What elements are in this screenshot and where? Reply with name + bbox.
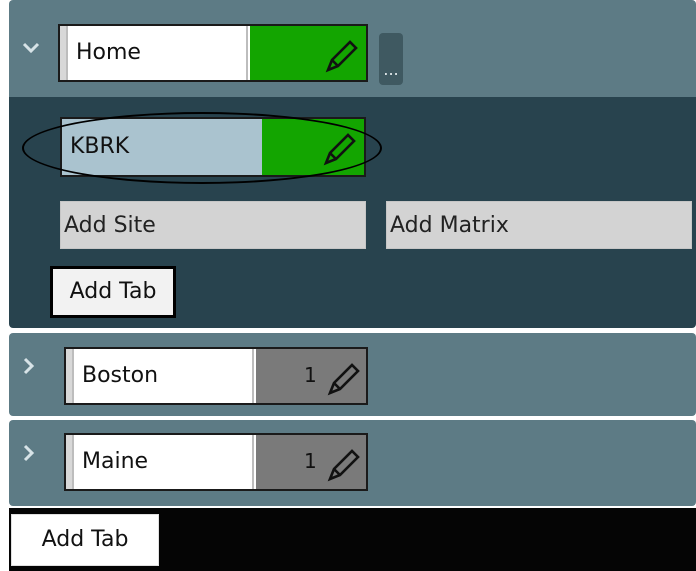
chevron-down-icon[interactable] bbox=[21, 38, 41, 58]
more-options-button[interactable]: ... bbox=[379, 33, 403, 85]
add-tab-button[interactable]: Add Tab bbox=[50, 266, 176, 318]
group-header-maine: Maine 1 bbox=[9, 420, 696, 506]
group-header-boston: Boston 1 bbox=[9, 333, 696, 416]
pencil-icon[interactable] bbox=[324, 445, 364, 485]
group-name-home[interactable]: Home bbox=[70, 26, 248, 80]
site-item-kbrk[interactable]: KBRK bbox=[60, 117, 366, 177]
tab-groups-panel: Home ... KBRK Add Site Add Matrix Add Ta… bbox=[0, 0, 696, 571]
site-count: 1 bbox=[304, 363, 317, 387]
add-site-button[interactable]: Add Site bbox=[60, 201, 366, 249]
drag-handle[interactable] bbox=[66, 435, 74, 489]
pencil-icon[interactable] bbox=[324, 359, 364, 399]
group-name-box-boston[interactable]: Boston 1 bbox=[64, 347, 368, 405]
group-name-box-maine[interactable]: Maine 1 bbox=[64, 433, 368, 491]
group-name-maine[interactable]: Maine bbox=[76, 435, 254, 489]
chevron-right-icon[interactable] bbox=[19, 443, 39, 463]
add-matrix-button[interactable]: Add Matrix bbox=[386, 201, 692, 249]
footer-add-tab-button[interactable]: Add Tab bbox=[11, 514, 159, 566]
group-name-boston[interactable]: Boston bbox=[76, 349, 254, 403]
group-header-home: Home ... bbox=[9, 0, 696, 97]
pencil-icon[interactable] bbox=[320, 129, 360, 169]
site-name: KBRK bbox=[70, 134, 130, 159]
drag-handle[interactable] bbox=[66, 349, 74, 403]
site-count: 1 bbox=[304, 449, 317, 473]
drag-handle[interactable] bbox=[60, 26, 68, 80]
chevron-right-icon[interactable] bbox=[19, 356, 39, 376]
group-name-box-home[interactable]: Home bbox=[58, 24, 368, 82]
pencil-icon[interactable] bbox=[322, 36, 362, 76]
